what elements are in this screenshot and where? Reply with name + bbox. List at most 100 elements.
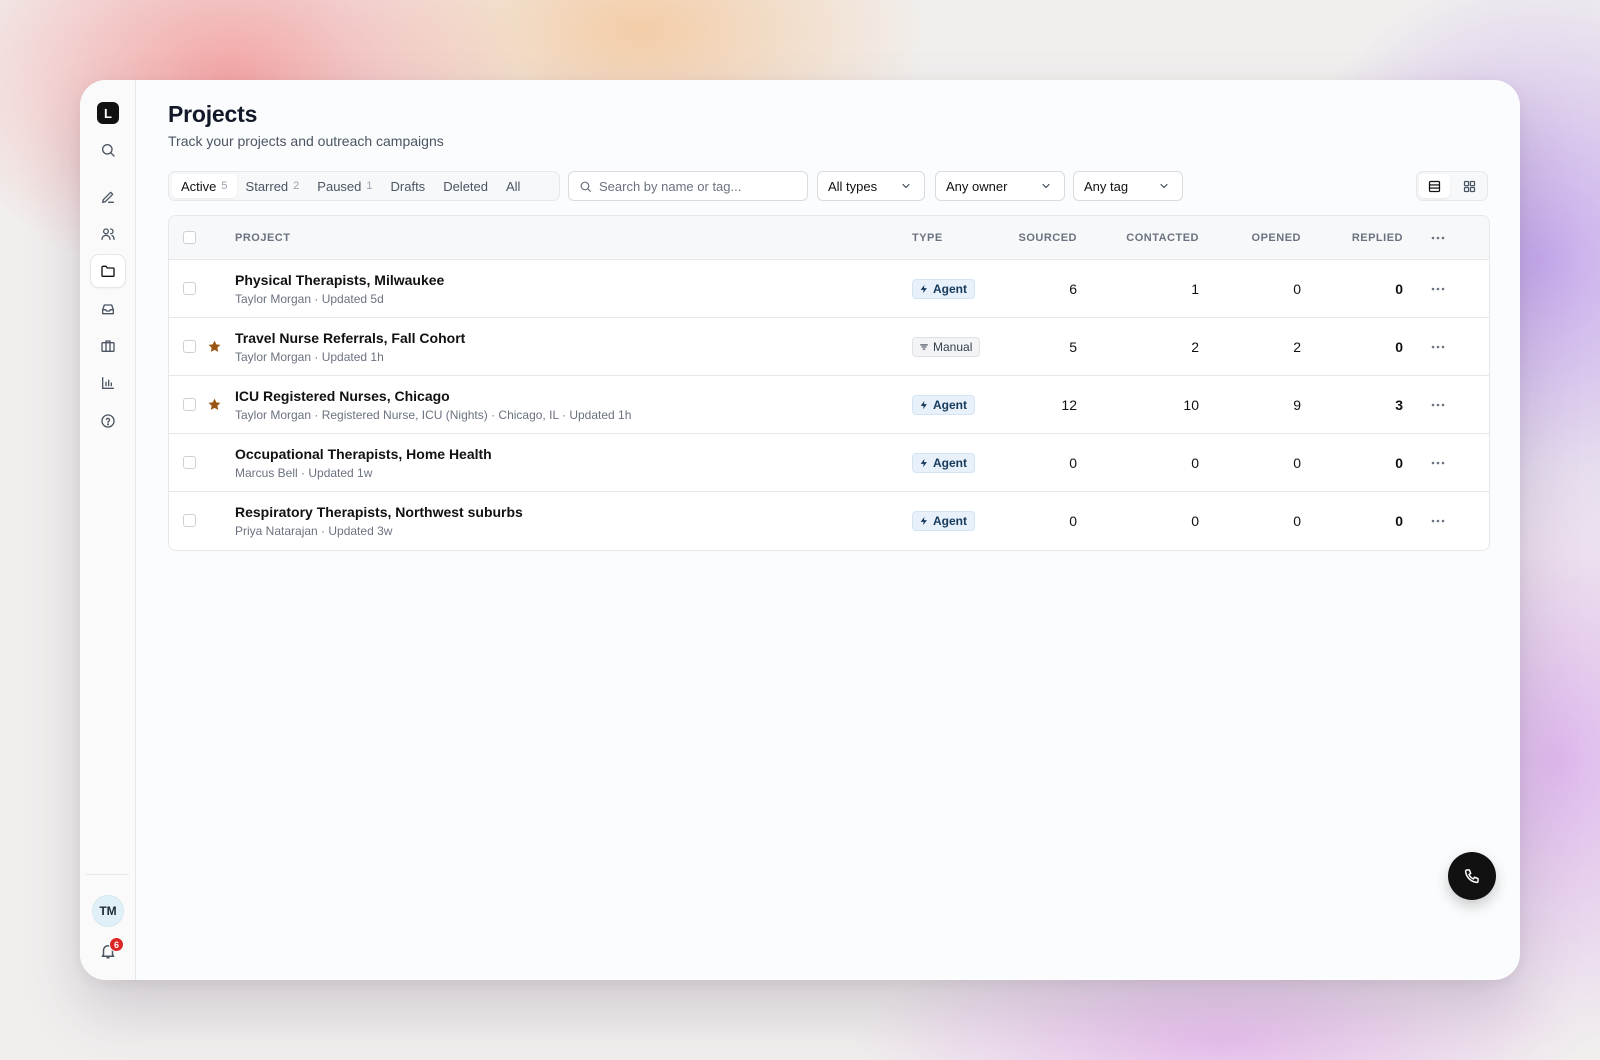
tab-drafts[interactable]: Drafts [382, 174, 435, 198]
table-row[interactable]: Respiratory Therapists, Northwest suburb… [169, 492, 1489, 550]
column-type[interactable]: TYPE [912, 216, 943, 260]
more-horizontal-icon [1431, 519, 1445, 523]
row-options-button[interactable] [1427, 434, 1449, 491]
table-row[interactable]: Occupational Therapists, Home Health Mar… [169, 434, 1489, 492]
tab-starred[interactable]: Starred 2 [237, 174, 309, 198]
more-horizontal-icon [1431, 461, 1445, 464]
project-meta: Priya Natarajan · Updated 3w [235, 524, 393, 538]
more-horizontal-icon [1431, 403, 1445, 406]
type-filter-select[interactable]: All types [817, 171, 925, 201]
owner-filter-value: Any owner [946, 178, 1008, 194]
phone-icon [1464, 869, 1479, 884]
select-all-checkbox[interactable] [183, 231, 196, 244]
project-name[interactable]: Physical Therapists, Milwaukee [235, 272, 444, 288]
type-label: Manual [933, 340, 973, 354]
sourced-count: 6 [1069, 281, 1077, 297]
project-meta: Marcus Bell · Updated 1w [235, 466, 373, 480]
app-logo[interactable]: L [97, 102, 119, 124]
sourced-count: 12 [1061, 397, 1077, 413]
nav-analytics[interactable] [90, 366, 126, 400]
grid-view-button[interactable] [1454, 174, 1485, 198]
list-view-button[interactable] [1419, 174, 1450, 198]
chevron-down-icon [902, 183, 910, 189]
replied-count: 0 [1395, 455, 1403, 471]
nav-compose[interactable] [90, 180, 126, 214]
sourced-count: 5 [1069, 339, 1077, 355]
type-label: Agent [933, 282, 967, 296]
search-input[interactable] [599, 178, 799, 194]
column-project[interactable]: PROJECT [235, 216, 290, 260]
row-options-button[interactable] [1427, 260, 1449, 317]
column-options-button[interactable] [1427, 216, 1449, 259]
contacted-count: 1 [1191, 281, 1199, 297]
opened-count: 9 [1293, 397, 1301, 413]
replied-count: 0 [1395, 339, 1403, 355]
column-replied[interactable]: REPLIED [1323, 216, 1403, 260]
nav-search[interactable] [90, 133, 126, 167]
row-checkbox[interactable] [183, 514, 196, 527]
sourced-count: 0 [1069, 455, 1077, 471]
project-name[interactable]: Occupational Therapists, Home Health [235, 446, 492, 462]
type-badge: Agent [912, 395, 975, 415]
type-label: Agent [933, 398, 967, 412]
table-row[interactable]: Physical Therapists, Milwaukee Taylor Mo… [169, 260, 1489, 318]
sidebar: L TM 6 [80, 80, 136, 980]
tab-paused[interactable]: Paused 1 [308, 174, 381, 198]
contacted-count: 10 [1183, 397, 1199, 413]
table-row[interactable]: Travel Nurse Referrals, Fall Cohort Tayl… [169, 318, 1489, 376]
filter-lines-icon [920, 344, 928, 350]
user-avatar[interactable]: TM [92, 895, 124, 927]
users-icon [101, 228, 115, 240]
type-badge: Agent [912, 453, 975, 473]
project-name[interactable]: Respiratory Therapists, Northwest suburb… [235, 504, 523, 520]
row-checkbox[interactable] [183, 282, 196, 295]
column-sourced[interactable]: SOURCED [1007, 216, 1077, 260]
tab-label: Active [181, 178, 217, 194]
tab-deleted[interactable]: Deleted [434, 174, 497, 198]
column-contacted[interactable]: CONTACTED [1099, 216, 1199, 260]
row-options-button[interactable] [1427, 318, 1449, 375]
project-meta: Taylor Morgan · Updated 5d [235, 292, 384, 306]
call-button[interactable] [1448, 852, 1496, 900]
replied-count: 0 [1395, 281, 1403, 297]
row-checkbox[interactable] [183, 456, 196, 469]
tab-label: Paused [317, 178, 362, 194]
row-options-button[interactable] [1427, 492, 1449, 550]
column-opened[interactable]: OPENED [1221, 216, 1301, 260]
tab-count: 5 [221, 180, 228, 192]
owner-filter-select[interactable]: Any owner [935, 171, 1065, 201]
opened-count: 0 [1293, 513, 1301, 529]
nav-jobs[interactable] [90, 329, 126, 363]
opened-count: 0 [1293, 281, 1301, 297]
search-icon [102, 144, 115, 157]
app-window: L TM 6 Projects Track your projects and … [80, 80, 1520, 980]
nav-inbox[interactable] [90, 292, 126, 326]
contacted-count: 0 [1191, 455, 1199, 471]
lightning-icon [920, 458, 927, 468]
type-badge: Agent [912, 511, 975, 531]
page-subtitle: Track your projects and outreach campaig… [168, 133, 444, 149]
project-name[interactable]: Travel Nurse Referrals, Fall Cohort [235, 330, 465, 346]
tab-label: Starred [245, 178, 289, 194]
replied-count: 0 [1395, 513, 1403, 529]
star-icon[interactable] [207, 397, 222, 412]
pencil-icon [102, 191, 114, 203]
nav-projects[interactable] [90, 254, 126, 288]
tab-count: 2 [293, 180, 300, 192]
project-meta: Taylor Morgan · Updated 1h [235, 350, 384, 364]
table-row[interactable]: ICU Registered Nurses, Chicago Taylor Mo… [169, 376, 1489, 434]
row-options-button[interactable] [1427, 376, 1449, 433]
project-name[interactable]: ICU Registered Nurses, Chicago [235, 388, 450, 404]
type-badge: Agent [912, 279, 975, 299]
row-checkbox[interactable] [183, 340, 196, 353]
type-badge: Manual [912, 337, 981, 357]
nav-help[interactable] [90, 404, 126, 438]
main-content: Projects Track your projects and outreac… [136, 80, 1520, 980]
row-checkbox[interactable] [183, 398, 196, 411]
nav-people[interactable] [90, 217, 126, 251]
sourced-count: 0 [1069, 513, 1077, 529]
tab-active[interactable]: Active 5 [172, 174, 237, 198]
star-icon[interactable] [207, 339, 222, 354]
tag-filter-select[interactable]: Any tag [1073, 171, 1183, 201]
tab-all[interactable]: All [497, 174, 529, 198]
